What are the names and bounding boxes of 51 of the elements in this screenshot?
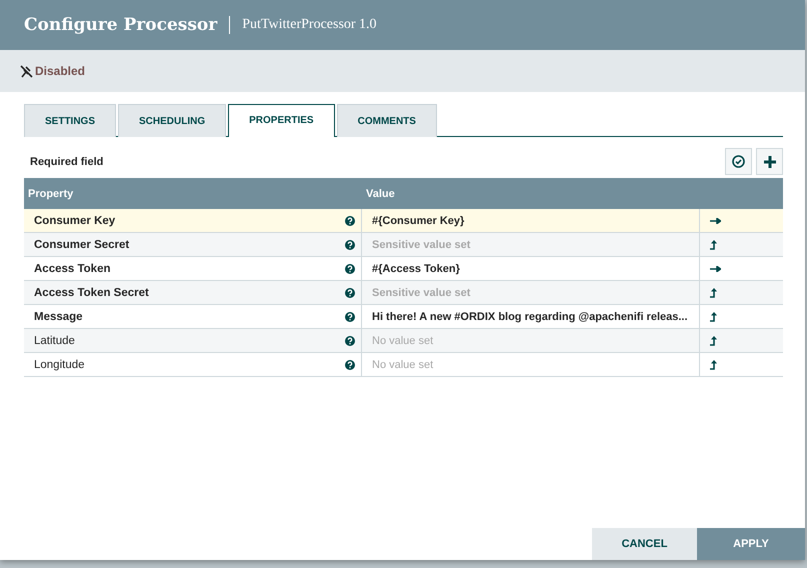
property-name: Access Token Secret [34, 286, 149, 298]
property-row[interactable]: Access Token Secret Sensitive value set [24, 281, 783, 305]
arrow-up-icon[interactable] [710, 312, 717, 322]
property-row[interactable]: Message Hi there! A new #ORDIX blog regarding @apachenifi releas... [24, 305, 783, 329]
dialog-title: Configure Processor [24, 15, 218, 35]
property-row[interactable]: Latitude No value set [24, 329, 783, 353]
property-value: Sensitive value set [362, 281, 700, 304]
property-value: No value set [362, 353, 700, 376]
column-header: Value [365, 186, 396, 202]
help-icon[interactable] [345, 216, 355, 226]
tab[interactable]: PROPERTIES [228, 104, 335, 137]
help-icon[interactable] [345, 360, 355, 370]
arrow-up-icon[interactable] [710, 288, 717, 298]
help-icon[interactable] [345, 336, 355, 346]
arrow-up-icon[interactable] [710, 336, 717, 346]
tab[interactable]: SETTINGS [24, 104, 116, 137]
property-value: Sensitive value set [362, 233, 700, 256]
property-row[interactable]: Longitude No value set [24, 353, 783, 377]
help-icon[interactable] [345, 288, 355, 298]
property-value: Hi there! A new #ORDIX blog regarding @apachenifi releas... [362, 305, 700, 328]
property-name: Message [34, 310, 83, 322]
property-value: #{Consumer Key} [362, 209, 700, 232]
help-icon[interactable] [345, 240, 355, 250]
property-value: No value set [362, 329, 700, 352]
check-circle-icon [732, 155, 745, 168]
required-field-note: Required field [30, 156, 104, 168]
property-row[interactable]: Access Token #{Access Token} [24, 257, 783, 281]
property-name: Latitude [34, 334, 75, 346]
tab[interactable]: COMMENTS [336, 104, 437, 137]
property-row[interactable]: Consumer Secret Sensitive value set [24, 233, 783, 257]
status-label: Disabled [35, 64, 86, 78]
tab[interactable]: SCHEDULING [118, 104, 226, 137]
property-row[interactable]: Consumer Key #{Consumer Key} [24, 209, 783, 233]
property-name: Access Token [34, 262, 110, 274]
arrow-right-icon[interactable] [710, 218, 721, 224]
property-name: Longitude [34, 358, 85, 370]
disabled-icon [20, 64, 33, 78]
arrow-up-icon[interactable] [710, 240, 717, 250]
column-header: Property [27, 186, 74, 202]
arrow-up-icon[interactable] [710, 360, 717, 370]
arrow-right-icon[interactable] [710, 266, 721, 272]
property-name: Consumer Key [34, 214, 116, 226]
processor-type: PutTwitterProcessor 1.0 [242, 17, 377, 33]
help-icon[interactable] [345, 264, 355, 274]
cancel-button[interactable]: CANCEL [592, 528, 697, 560]
property-name: Consumer Secret [34, 238, 130, 250]
add-property-button[interactable] [756, 148, 783, 175]
verify-button[interactable] [725, 148, 752, 175]
help-icon[interactable] [345, 312, 355, 322]
plus-icon [764, 156, 776, 168]
property-value: #{Access Token} [362, 257, 700, 280]
